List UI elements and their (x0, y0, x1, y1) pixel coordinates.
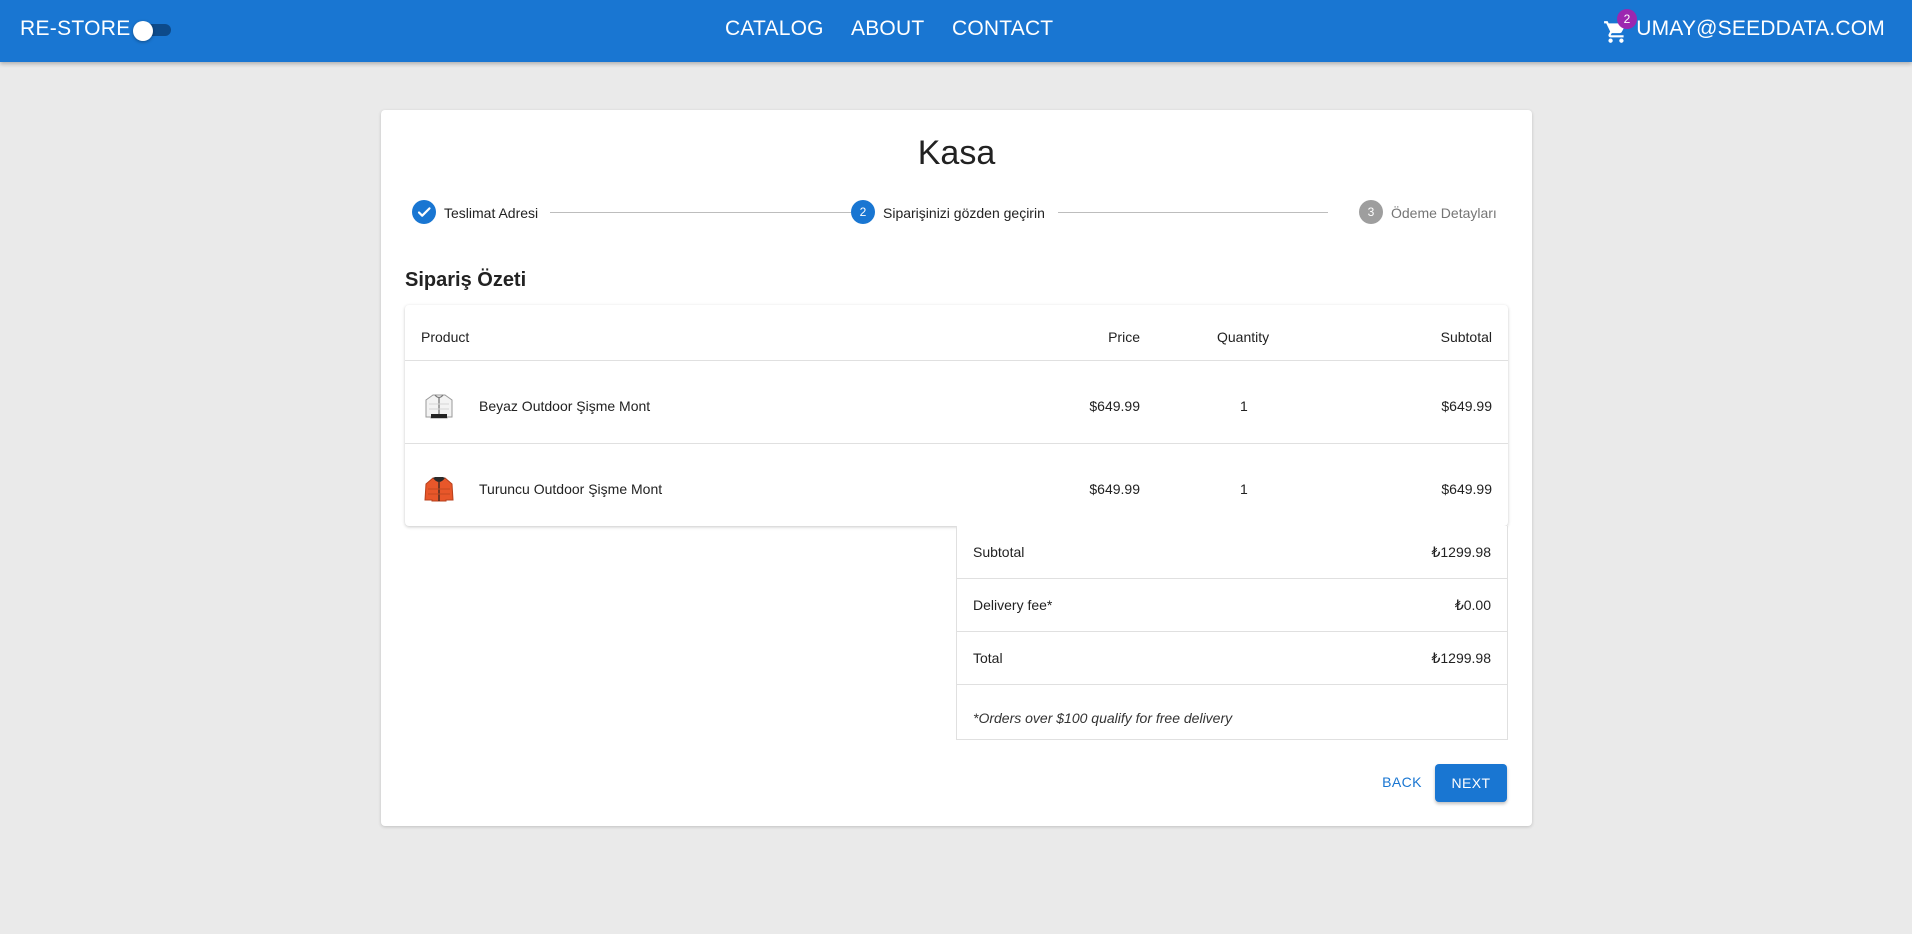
product-price: $649.99 (1089, 398, 1140, 414)
row-divider (405, 360, 1508, 361)
summary-total-row: Total ₺1299.98 (957, 632, 1507, 685)
summary-total-value: ₺1299.98 (1431, 650, 1491, 666)
header-quantity: Quantity (1217, 329, 1270, 345)
user-menu[interactable]: UMAY@SEEDDATA.COM (1636, 17, 1885, 41)
next-button[interactable]: NEXT (1435, 764, 1507, 802)
summary-delivery-row: Delivery fee* ₺0.00 (957, 579, 1507, 632)
summary-total-label: Total (973, 650, 1003, 666)
step-label-review: Siparişinizi gözden geçirin (883, 205, 1045, 221)
dark-mode-toggle[interactable] (133, 21, 171, 41)
product-quantity: 1 (1240, 398, 1248, 414)
product-name: Beyaz Outdoor Şişme Mont (479, 398, 651, 414)
nav-about[interactable]: ABOUT (851, 17, 924, 41)
product-subtotal: $649.99 (1441, 398, 1492, 414)
free-delivery-note: *Orders over $100 qualify for free deliv… (973, 710, 1233, 726)
cart-count-badge: 2 (1617, 9, 1637, 29)
toggle-thumb (133, 21, 153, 41)
summary-subtotal-row: Subtotal ₺1299.98 (957, 526, 1507, 579)
page-title: Kasa (917, 134, 996, 172)
back-button[interactable]: BACK (1370, 764, 1434, 800)
summary-subtotal-label: Subtotal (973, 544, 1025, 560)
product-quantity: 1 (1240, 481, 1248, 497)
summary-delivery-value: ₺0.00 (1454, 597, 1491, 613)
step-connector (550, 212, 851, 213)
product-name: Turuncu Outdoor Şişme Mont (479, 481, 663, 497)
header-subtotal: Subtotal (1440, 329, 1492, 345)
summary-subtotal-value: ₺1299.98 (1431, 544, 1491, 560)
product-subtotal: $649.99 (1441, 481, 1492, 497)
order-items-table: Product Price Quantity Subtotal Beyaz Ou… (405, 305, 1508, 526)
order-summary: Subtotal ₺1299.98 Delivery fee* ₺0.00 To… (956, 526, 1508, 740)
header-price: Price (1108, 329, 1140, 345)
step-number-2: 2 (851, 200, 875, 224)
nav-catalog[interactable]: CATALOG (725, 17, 824, 41)
orange-jacket-icon (421, 471, 457, 507)
brand-title[interactable]: RE-STORE (20, 17, 131, 41)
step-number-3: 3 (1359, 200, 1383, 224)
step-label-payment: Ödeme Detayları (1391, 205, 1497, 221)
section-title: Sipariş Özeti (405, 269, 527, 291)
step-label-delivery: Teslimat Adresi (444, 205, 539, 221)
header-product: Product (421, 329, 470, 345)
white-jacket-icon (421, 388, 457, 424)
step-connector (1058, 212, 1328, 213)
nav-contact[interactable]: CONTACT (952, 17, 1053, 41)
summary-delivery-label: Delivery fee* (973, 597, 1053, 613)
row-divider (405, 443, 1508, 444)
check-icon (412, 200, 436, 224)
product-price: $649.99 (1089, 481, 1140, 497)
checkout-card: Kasa Teslimat Adresi 2 Siparişinizi gözd… (381, 110, 1532, 826)
app-bar: RE-STORE CATALOG ABOUT CONTACT 2 UMAY@SE… (0, 0, 1912, 62)
